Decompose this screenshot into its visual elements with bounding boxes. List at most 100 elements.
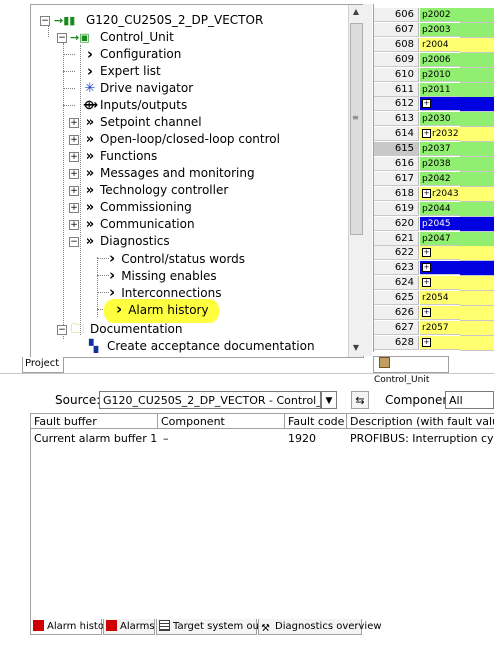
tab-control-unit[interactable]: Control_Unit [373, 356, 449, 385]
expand-icon[interactable]: + [422, 99, 431, 109]
param-value-cell[interactable] [460, 22, 494, 38]
chevron-down-icon[interactable]: ▼ [321, 391, 337, 409]
tab-diagnostics-overview[interactable]: ⚒ Diagnostics overview [258, 619, 382, 635]
folder-icon: 🗀 [71, 322, 85, 337]
tab-alarm-history[interactable]: Alarm history [30, 619, 114, 635]
column-header-component[interactable]: Component [158, 414, 285, 429]
param-value-cell[interactable] [460, 261, 494, 277]
expand-box[interactable]: + [69, 118, 79, 128]
tab-alarms[interactable]: Alarms [103, 619, 155, 635]
param-cell[interactable]: r2054 [420, 291, 460, 306]
param-value-cell[interactable] [460, 171, 494, 187]
param-cell[interactable]: p2045 [420, 216, 460, 231]
param-number: 617 [374, 171, 419, 186]
param-value-cell[interactable] [460, 335, 494, 351]
param-value-cell[interactable] [460, 142, 494, 158]
expand-box[interactable]: + [69, 220, 79, 230]
column-header-fault-buffer[interactable]: Fault buffer [31, 414, 158, 429]
param-cell[interactable]: p2038 [420, 157, 460, 171]
source-select[interactable]: G120_CU250S_2_DP_VECTOR - Control_Unit ( [99, 391, 321, 409]
param-value-cell[interactable] [460, 306, 494, 321]
param-cell[interactable]: + r2032 [420, 127, 460, 142]
expand-icon[interactable]: + [422, 308, 431, 317]
param-value-cell[interactable] [460, 186, 494, 202]
param-value-cell[interactable] [460, 127, 494, 143]
param-cell[interactable]: p2037 [420, 142, 460, 157]
param-cell[interactable]: +p2016[0] [420, 97, 463, 123]
expand-box[interactable]: + [69, 203, 79, 213]
param-value-cell[interactable] [460, 157, 494, 172]
alarm-history-grid[interactable]: Fault buffer Component Fault code Descri… [30, 413, 494, 619]
cell-fault-code: 1920 [288, 432, 316, 445]
param-name: p2038 [422, 159, 451, 169]
collapse-box[interactable]: − [57, 325, 67, 335]
table-row[interactable]: 628+r2060[0] [374, 335, 494, 352]
scroll-thumb[interactable] [350, 23, 363, 235]
param-value-cell[interactable] [460, 246, 494, 262]
expand-icon[interactable]: + [422, 337, 431, 347]
param-cell[interactable]: +r2050[0] [420, 246, 461, 272]
param-cell[interactable]: p2002 [420, 8, 460, 22]
tree-item-label: Alarm history [128, 303, 209, 317]
collapse-box[interactable]: − [40, 16, 50, 26]
diagnostics-icon: ⚒ [261, 623, 270, 634]
param-cell[interactable]: +r2053[0] [420, 276, 461, 302]
param-value-cell[interactable] [460, 67, 494, 83]
param-cell[interactable]: p2010 [420, 67, 460, 82]
param-cell[interactable]: p2003 [420, 22, 460, 37]
tree-scrollbar[interactable]: ▲ ≡ ▼ [348, 5, 363, 357]
param-number: 606 [374, 8, 419, 22]
scroll-down-icon[interactable]: ▼ [349, 341, 363, 355]
param-cell[interactable]: + r2043 [420, 186, 460, 201]
param-value-cell[interactable] [460, 8, 494, 23]
column-header-fault-code[interactable]: Fault code [285, 414, 347, 429]
expand-icon[interactable]: + [422, 278, 431, 288]
param-value-cell[interactable] [460, 52, 494, 68]
parameter-table[interactable]: 606 p2002 607 p2003 608 r2004 609 p2006 610 p2010… [373, 4, 494, 352]
param-value-cell[interactable] [460, 201, 494, 217]
expand-box[interactable]: + [69, 186, 79, 196]
expand-box[interactable]: + [69, 152, 79, 162]
column-header-description[interactable]: Description (with fault value) [347, 414, 494, 429]
param-value-cell[interactable] [460, 37, 494, 53]
project-tree[interactable]: − →▮▮ G120_CU250S_2_DP_VECTOR − →▣ Contr… [30, 4, 364, 358]
param-value-cell[interactable] [460, 291, 494, 307]
param-cell[interactable]: p2047 [420, 231, 460, 246]
param-value-cell[interactable] [460, 216, 494, 232]
param-cell[interactable]: +r2060[0] [420, 335, 461, 352]
splitter[interactable] [363, 4, 372, 356]
expand-icon[interactable]: + [422, 188, 431, 198]
param-value-cell[interactable] [460, 82, 494, 98]
param-cell[interactable]: p2044 [420, 201, 460, 216]
param-cell[interactable]: p2011 [420, 82, 460, 97]
param-value-cell[interactable] [460, 276, 494, 292]
collapse-box[interactable]: − [69, 237, 79, 247]
tab-target-system-output[interactable]: Target system output [156, 619, 279, 635]
param-cell[interactable]: +p2051[0] [420, 261, 463, 287]
param-value-cell[interactable] [460, 320, 494, 336]
param-cell[interactable]: r2004 [420, 37, 460, 52]
expand-box[interactable]: + [69, 135, 79, 145]
param-value-cell[interactable] [460, 231, 494, 247]
tree-connector [63, 71, 75, 72]
expand-icon[interactable]: + [422, 263, 431, 273]
scroll-up-icon[interactable]: ▲ [349, 5, 363, 19]
double-chevron-icon: » [85, 115, 95, 130]
filter-icon[interactable]: ⇆ [351, 391, 369, 409]
param-number: 622 [374, 246, 419, 261]
param-cell[interactable]: p2042 [420, 171, 460, 186]
expand-box[interactable]: + [69, 169, 79, 179]
expert-list-icon [379, 357, 390, 368]
param-number: 615 [374, 142, 419, 157]
param-cell[interactable]: r2057 [420, 320, 460, 335]
param-cell[interactable]: p2030 [420, 112, 460, 127]
component-select[interactable]: All [445, 391, 494, 409]
param-value-cell[interactable] [460, 112, 494, 128]
tab-project[interactable]: Project [22, 357, 64, 373]
collapse-box[interactable]: − [57, 33, 67, 43]
param-value-cell[interactable] [460, 97, 494, 113]
param-cell[interactable]: p2006 [420, 52, 460, 67]
param-cell[interactable]: +r2055[0] [420, 306, 461, 332]
expand-icon[interactable]: + [422, 129, 431, 139]
expand-icon[interactable]: + [422, 248, 431, 258]
